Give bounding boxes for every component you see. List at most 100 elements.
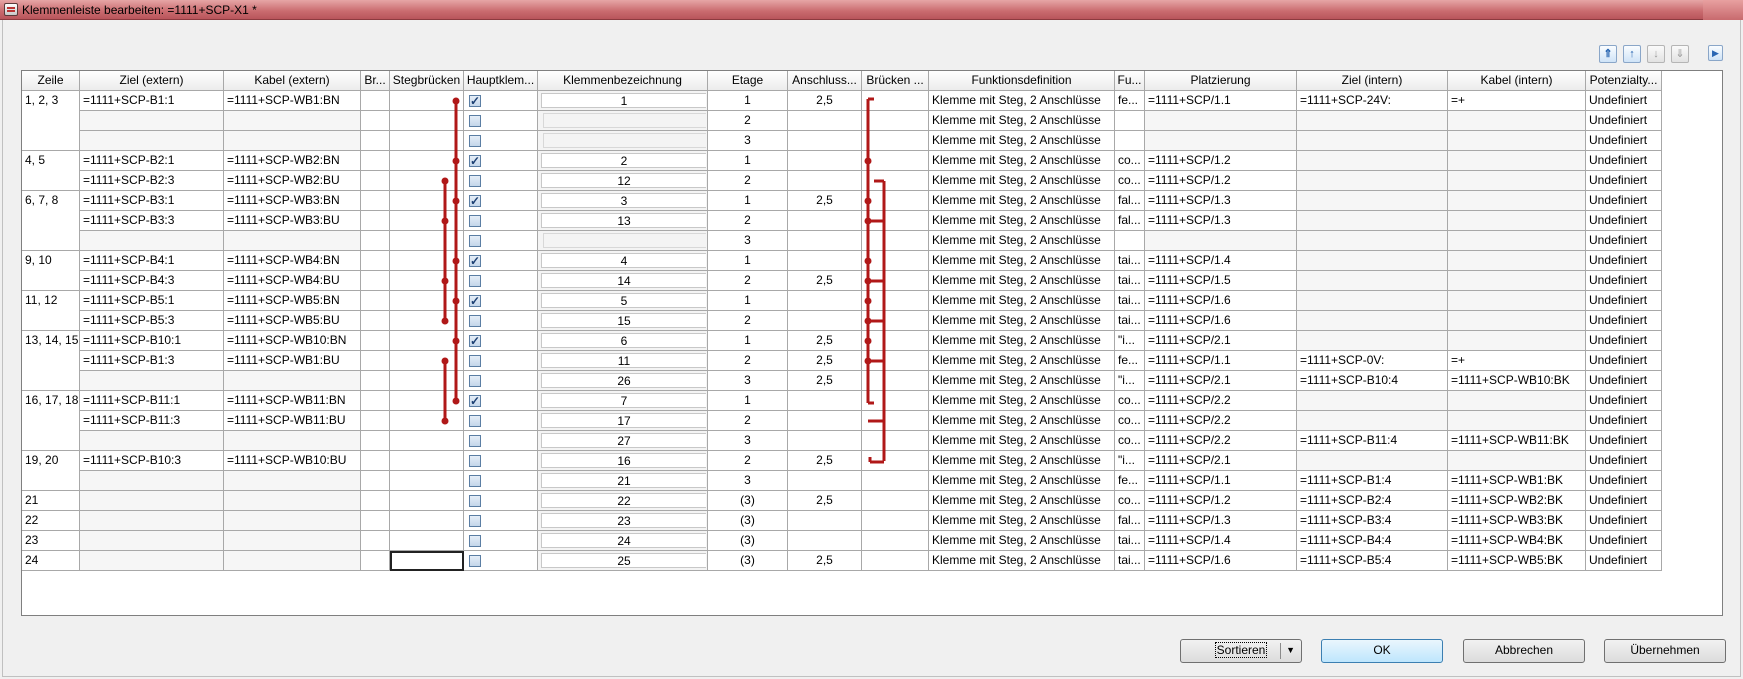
potenzialtyp-cell[interactable]: Undefiniert: [1586, 551, 1662, 571]
klemme-input[interactable]: 24: [541, 533, 706, 548]
etage-cell[interactable]: 3: [708, 131, 788, 151]
stegbruecken-cell[interactable]: [390, 131, 464, 151]
potenzialtyp-cell[interactable]: Undefiniert: [1586, 151, 1662, 171]
stegbruecken-cell[interactable]: [390, 91, 464, 111]
platzierung-cell[interactable]: =1111+SCP/1.1: [1145, 471, 1297, 491]
ziel-extern-cell[interactable]: =1111+SCP-B1:3: [80, 351, 224, 371]
ziel-extern-cell[interactable]: =1111+SCP-B3:3: [80, 211, 224, 231]
klemme-input[interactable]: 26: [541, 373, 706, 388]
platzierung-cell[interactable]: =1111+SCP/1.1: [1145, 91, 1297, 111]
fu-cell[interactable]: tai...: [1115, 251, 1145, 271]
anschluss-cell[interactable]: [788, 231, 862, 251]
kabel-extern-cell[interactable]: =1111+SCP-WB11:BU: [224, 411, 361, 431]
ziel-extern-cell[interactable]: [80, 491, 224, 511]
etage-cell[interactable]: 2: [708, 111, 788, 131]
funktionsdefinition-cell[interactable]: Klemme mit Steg, 2 Anschlüsse: [929, 111, 1115, 131]
stegbruecken-cell[interactable]: [390, 231, 464, 251]
hauptklemme-cell[interactable]: [464, 131, 538, 151]
br-cell[interactable]: [361, 211, 390, 231]
klemme-input[interactable]: 17: [541, 413, 706, 428]
potenzialtyp-cell[interactable]: Undefiniert: [1586, 531, 1662, 551]
ziel-extern-cell[interactable]: [80, 511, 224, 531]
ziel-intern-cell[interactable]: [1297, 151, 1448, 171]
platzierung-cell[interactable]: =1111+SCP/1.3: [1145, 511, 1297, 531]
kabel-extern-cell[interactable]: [224, 431, 361, 451]
klemmenbezeichnung-cell[interactable]: [538, 111, 708, 131]
bruecken-cell[interactable]: [862, 531, 929, 551]
checkbox-checked[interactable]: [469, 292, 481, 310]
etage-cell[interactable]: 1: [708, 91, 788, 111]
kabel-intern-cell[interactable]: [1448, 171, 1586, 191]
br-cell[interactable]: [361, 511, 390, 531]
klemmenbezeichnung-cell[interactable]: 17: [538, 411, 708, 431]
funktionsdefinition-cell[interactable]: Klemme mit Steg, 2 Anschlüsse: [929, 391, 1115, 411]
fu-cell[interactable]: co...: [1115, 431, 1145, 451]
kabel-extern-cell[interactable]: =1111+SCP-WB5:BU: [224, 311, 361, 331]
apply-button[interactable]: Übernehmen: [1604, 639, 1726, 663]
kabel-intern-cell[interactable]: =1111+SCP-WB5:BK: [1448, 551, 1586, 571]
kabel-extern-cell[interactable]: [224, 531, 361, 551]
checkbox-unchecked[interactable]: [469, 455, 481, 467]
funktionsdefinition-cell[interactable]: Klemme mit Steg, 2 Anschlüsse: [929, 131, 1115, 151]
kabel-extern-cell[interactable]: =1111+SCP-WB3:BU: [224, 211, 361, 231]
stegbruecken-cell[interactable]: [390, 191, 464, 211]
anschluss-cell[interactable]: [788, 471, 862, 491]
funktionsdefinition-cell[interactable]: Klemme mit Steg, 2 Anschlüsse: [929, 491, 1115, 511]
br-cell[interactable]: [361, 431, 390, 451]
ziel-intern-cell[interactable]: [1297, 171, 1448, 191]
br-cell[interactable]: [361, 451, 390, 471]
bruecken-cell[interactable]: [862, 491, 929, 511]
platzierung-cell[interactable]: =1111+SCP/1.4: [1145, 251, 1297, 271]
potenzialtyp-cell[interactable]: Undefiniert: [1586, 351, 1662, 371]
potenzialtyp-cell[interactable]: Undefiniert: [1586, 451, 1662, 471]
ziel-extern-cell[interactable]: =1111+SCP-B3:1: [80, 191, 224, 211]
ziel-extern-cell[interactable]: [80, 371, 224, 391]
hauptklemme-cell[interactable]: [464, 171, 538, 191]
klemmenbezeichnung-cell[interactable]: 24: [538, 531, 708, 551]
klemmenbezeichnung-cell[interactable]: 26: [538, 371, 708, 391]
zeile-cell[interactable]: 16, 17, 18: [22, 391, 80, 451]
klemmenbezeichnung-cell[interactable]: 15: [538, 311, 708, 331]
funktionsdefinition-cell[interactable]: Klemme mit Steg, 2 Anschlüsse: [929, 191, 1115, 211]
platzierung-cell[interactable]: =1111+SCP/1.2: [1145, 491, 1297, 511]
klemme-input[interactable]: 27: [541, 433, 706, 448]
kabel-intern-cell[interactable]: =+: [1448, 351, 1586, 371]
bruecken-cell[interactable]: [862, 91, 929, 111]
header-col-fu[interactable]: Fu...: [1115, 71, 1145, 91]
etage-cell[interactable]: 2: [708, 351, 788, 371]
bruecken-cell[interactable]: [862, 451, 929, 471]
br-cell[interactable]: [361, 311, 390, 331]
hauptklemme-cell[interactable]: [464, 311, 538, 331]
potenzialtyp-cell[interactable]: Undefiniert: [1586, 331, 1662, 351]
hauptklemme-cell[interactable]: [464, 331, 538, 351]
header-col-funktionsdefinition[interactable]: Funktionsdefinition: [929, 71, 1115, 91]
move-bottom-icon[interactable]: ⇓: [1671, 45, 1689, 63]
checkbox-unchecked[interactable]: [469, 215, 481, 227]
ziel-intern-cell[interactable]: [1297, 331, 1448, 351]
klemme-input[interactable]: 13: [541, 213, 706, 228]
stegbruecken-cell[interactable]: [390, 511, 464, 531]
checkbox-unchecked[interactable]: [469, 475, 481, 487]
ziel-intern-cell[interactable]: [1297, 291, 1448, 311]
hauptklemme-cell[interactable]: [464, 451, 538, 471]
br-cell[interactable]: [361, 331, 390, 351]
play-icon[interactable]: ▶: [1708, 45, 1723, 61]
kabel-extern-cell[interactable]: =1111+SCP-WB1:BU: [224, 351, 361, 371]
header-col-stegbruecken[interactable]: Stegbrücken: [390, 71, 464, 91]
funktionsdefinition-cell[interactable]: Klemme mit Steg, 2 Anschlüsse: [929, 551, 1115, 571]
etage-cell[interactable]: 1: [708, 291, 788, 311]
funktionsdefinition-cell[interactable]: Klemme mit Steg, 2 Anschlüsse: [929, 451, 1115, 471]
klemme-input[interactable]: 2: [541, 153, 706, 168]
hauptklemme-cell[interactable]: [464, 211, 538, 231]
platzierung-cell[interactable]: =1111+SCP/1.6: [1145, 291, 1297, 311]
fu-cell[interactable]: "i...: [1115, 331, 1145, 351]
kabel-extern-cell[interactable]: [224, 551, 361, 571]
anschluss-cell[interactable]: [788, 171, 862, 191]
potenzialtyp-cell[interactable]: Undefiniert: [1586, 411, 1662, 431]
ziel-intern-cell[interactable]: =1111+SCP-B4:4: [1297, 531, 1448, 551]
bruecken-cell[interactable]: [862, 171, 929, 191]
br-cell[interactable]: [361, 111, 390, 131]
anschluss-cell[interactable]: 2,5: [788, 91, 862, 111]
anschluss-cell[interactable]: 2,5: [788, 451, 862, 471]
etage-cell[interactable]: (3): [708, 551, 788, 571]
